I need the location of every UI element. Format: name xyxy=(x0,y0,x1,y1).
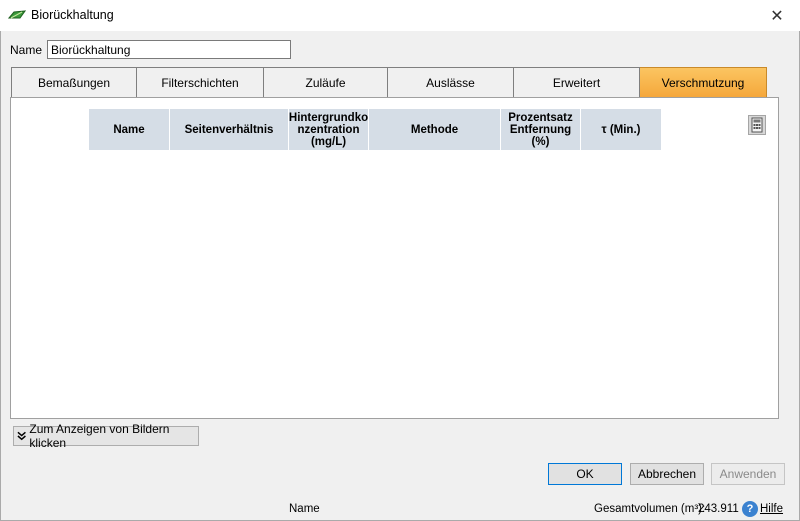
tab-erweitert[interactable]: Erweitert xyxy=(514,67,640,98)
double-chevron-down-icon xyxy=(17,431,26,441)
name-input[interactable] xyxy=(47,40,291,59)
cancel-button[interactable]: Abbrechen xyxy=(630,463,704,485)
window-title: Biorückhaltung xyxy=(31,8,114,22)
column-header-hintergrundkonzentration[interactable]: Hintergrundko nzentration (mg/L) xyxy=(289,109,369,150)
ok-button[interactable]: OK xyxy=(548,463,622,485)
show-images-button[interactable]: Zum Anzeigen von Bildern klicken xyxy=(13,422,199,450)
close-icon: ✕ xyxy=(770,7,784,25)
total-volume-value: 243.911 xyxy=(698,503,739,515)
name-label: Name xyxy=(10,43,43,57)
grid-header: Name Seitenverhältnis Hintergrundko nzen… xyxy=(89,109,662,150)
calculator-button[interactable] xyxy=(748,115,766,135)
show-images-label: Zum Anzeigen von Bildern klicken xyxy=(29,422,170,450)
tab-auslaesse[interactable]: Auslässe xyxy=(388,67,514,98)
close-button[interactable]: ✕ xyxy=(754,0,800,31)
title-bar: Biorückhaltung ✕ xyxy=(0,0,800,31)
tab-filterschichten[interactable]: Filterschichten xyxy=(137,67,264,98)
help-link[interactable]: Hilfe xyxy=(760,503,783,515)
column-header-prozentsatz-entfernung[interactable]: Prozentsatz Entfernung (%) xyxy=(501,109,581,150)
biorentention-icon xyxy=(8,10,26,19)
tab-verschmutzung[interactable]: Verschmutzung xyxy=(640,67,767,98)
column-header-methode[interactable]: Methode xyxy=(369,109,501,150)
help-icon[interactable]: ? xyxy=(742,501,758,517)
status-name: Name xyxy=(289,503,320,515)
calculator-icon xyxy=(751,117,763,133)
column-header-tau[interactable]: τ (Min.) xyxy=(581,109,662,150)
tab-bemassungen[interactable]: Bemaßungen xyxy=(11,67,137,98)
total-volume-label: Gesamtvolumen (m³): xyxy=(594,503,706,515)
tab-bar: Bemaßungen Filterschichten Zuläufe Auslä… xyxy=(11,67,767,98)
apply-button[interactable]: Anwenden xyxy=(711,463,785,485)
column-header-seitenverhaeltnis[interactable]: Seitenverhältnis xyxy=(170,109,289,150)
tab-zulaeufe[interactable]: Zuläufe xyxy=(264,67,388,98)
column-header-name[interactable]: Name xyxy=(89,109,170,150)
